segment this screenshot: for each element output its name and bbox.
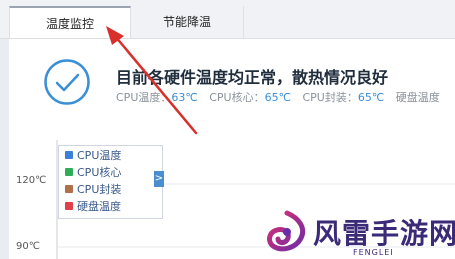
watermark-logo-icon (267, 210, 306, 252)
watermark-brand: 风雷手游网 (313, 217, 455, 250)
legend-swatch (65, 151, 73, 159)
y-tick-90: 90℃ (16, 241, 40, 252)
legend-item-cpu-core[interactable]: CPU核心 (65, 165, 121, 180)
legend-item-cpu-temp[interactable]: CPU温度 (65, 148, 121, 163)
metric-cpu-package: CPU封装：65℃ (302, 91, 385, 104)
tab-energy-saving-cooling[interactable]: 节能降温 (131, 6, 244, 38)
legend-swatch (65, 168, 73, 176)
status-headline: 目前各硬件温度均正常，散热情况良好 (116, 68, 389, 87)
metric-cpu-core: CPU核心：65℃ (209, 91, 291, 104)
legend-item-cpu-package[interactable]: CPU封装 (65, 182, 121, 197)
legend-swatch (65, 185, 73, 193)
watermark-subtext: FENGLEI (353, 248, 394, 257)
legend-item-disk-temp[interactable]: 硬盘温度 (65, 199, 121, 214)
y-tick-120: 120℃ (16, 175, 47, 186)
check-circle-icon (44, 59, 90, 105)
metric-cpu-temp: CPU温度：63℃ (116, 91, 198, 104)
temperature-metrics: CPU温度：63℃ CPU核心：65℃ CPU封装：65℃ 硬盘温度 (116, 89, 448, 105)
tab-bar: 温度监控 节能降温 (0, 0, 455, 39)
legend-swatch (65, 202, 73, 210)
site-watermark: 风雷手游网 FENGLEI (265, 210, 455, 258)
chart-legend: CPU温度 CPU核心 CPU封装 硬盘温度 (58, 145, 163, 219)
metric-disk-temp: 硬盘温度 (395, 91, 440, 104)
legend-collapse-toggle[interactable]: > (154, 171, 164, 187)
tab-temperature-monitor[interactable]: 温度监控 (9, 6, 131, 38)
